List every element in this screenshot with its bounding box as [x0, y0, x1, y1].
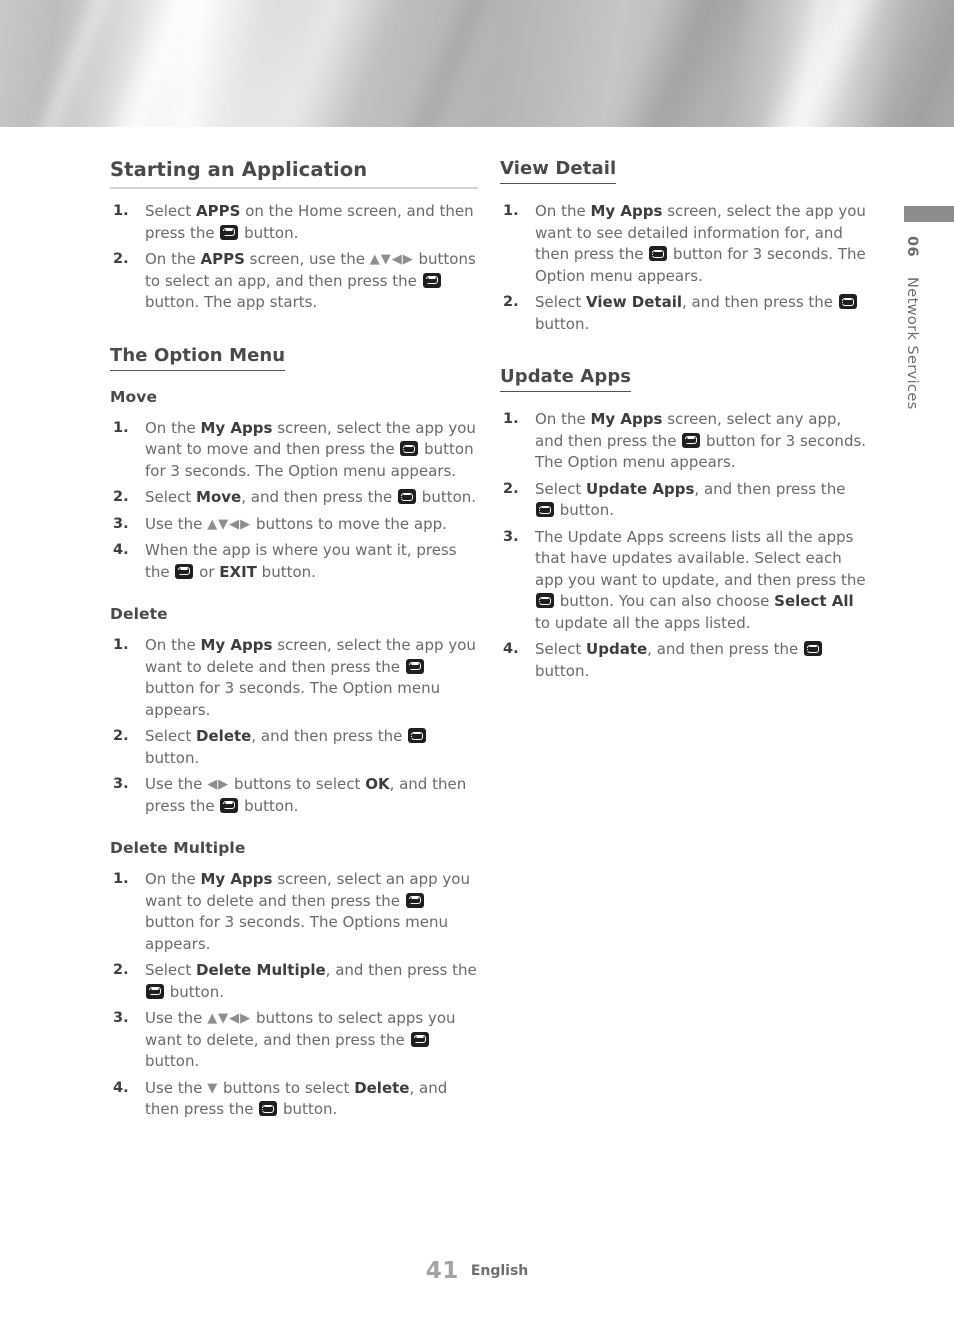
instruction-step: Use the ◀▶ buttons to select OK, and the…: [113, 774, 467, 815]
enter-button-icon: [682, 432, 701, 448]
subsection-title-move: Move: [110, 387, 158, 406]
enter-button-icon: [175, 563, 194, 579]
emphasis-term: Select All: [774, 592, 854, 610]
update-apps-steps: On the My Apps screen, select any app, a…: [500, 409, 868, 682]
enter-button-icon: [422, 272, 441, 288]
enter-button-icon: [405, 892, 424, 908]
right-column: View Detail On the My Apps screen, selec…: [500, 158, 868, 687]
direction-arrows-icon: ▼: [207, 1080, 219, 1096]
direction-arrows-icon: ◀▶: [207, 777, 230, 792]
instruction-step: On the My Apps screen, select the app yo…: [113, 635, 476, 719]
subsection-title-delete-multiple: Delete Multiple: [110, 839, 246, 857]
banner-streak: [590, 0, 780, 127]
emphasis-term: OK: [365, 775, 390, 793]
enter-button-icon: [408, 728, 427, 743]
emphasis-term: Update Apps: [586, 479, 695, 498]
section-title-the-option-menu: The Option Menu: [110, 345, 286, 371]
direction-arrows-icon: ▲▼◀▶: [207, 516, 252, 532]
header-banner-image: [0, 0, 954, 127]
chapter-side-tab: 06 Network Services: [904, 206, 954, 410]
instruction-step: When the app is where you want it, press…: [113, 540, 457, 581]
emphasis-term: Delete Multiple: [196, 961, 326, 979]
chapter-number: 06: [904, 236, 920, 257]
emphasis-term: Delete: [196, 727, 252, 745]
section-title-starting-an-application: Starting an Application: [110, 158, 478, 189]
chapter-tab-text: 06 Network Services: [904, 236, 954, 410]
delete-steps: On the My Apps screen, select the app yo…: [110, 635, 478, 817]
emphasis-term: EXIT: [219, 562, 257, 581]
instruction-step: Use the ▼ buttons to select Delete, and …: [113, 1078, 448, 1119]
emphasis-term: Move: [196, 488, 242, 506]
starting-an-application-steps: Select APPS on the Home screen, and then…: [110, 201, 478, 314]
left-column: Starting an Application Select APPS on t…: [110, 158, 478, 1126]
enter-button-icon: [259, 1101, 278, 1116]
enter-button-icon: [803, 641, 822, 656]
instruction-step: The Update Apps screens lists all the ap…: [503, 527, 866, 632]
view-detail-steps: On the My Apps screen, select the app yo…: [500, 201, 868, 335]
emphasis-term: My Apps: [200, 418, 273, 437]
move-steps: On the My Apps screen, select the app yo…: [110, 418, 478, 584]
instruction-step: Use the ▲▼◀▶ buttons to move the app.: [113, 514, 447, 535]
section-title-view-detail: View Detail: [500, 158, 617, 184]
instruction-step: On the My Apps screen, select the app yo…: [113, 418, 476, 480]
enter-button-icon: [410, 1031, 429, 1047]
enter-button-icon: [146, 983, 164, 999]
instruction-step: On the My Apps screen, select an app you…: [113, 869, 470, 953]
banner-streak: [379, 0, 521, 127]
enter-button-icon: [220, 797, 239, 813]
instruction-step: Select Delete Multiple, and then press t…: [113, 960, 477, 1001]
enter-button-icon: [405, 658, 424, 674]
emphasis-term: APPS: [200, 250, 245, 268]
delete-multiple-steps: On the My Apps screen, select an app you…: [110, 869, 478, 1121]
enter-button-icon: [649, 246, 668, 261]
page-footer: 41 English: [0, 1258, 954, 1284]
direction-arrows-icon: ▲▼◀▶: [207, 1011, 252, 1026]
instruction-step: Use the ▲▼◀▶ buttons to select apps you …: [113, 1008, 456, 1070]
direction-arrows-icon: ▲▼◀▶: [369, 252, 414, 267]
section-title-update-apps: Update Apps: [500, 366, 632, 392]
enter-button-icon: [220, 224, 239, 240]
banner-streak: [202, 0, 418, 127]
chapter-title: Network Services: [904, 276, 920, 410]
emphasis-term: My Apps: [200, 636, 273, 654]
chapter-tab-bar: [904, 206, 954, 222]
instruction-step: Select Move, and then press the button.: [113, 487, 477, 508]
page-number: 41: [425, 1258, 459, 1284]
emphasis-term: My Apps: [590, 202, 663, 220]
instruction-step: Select Delete, and then press the button…: [110, 726, 478, 769]
instruction-step: Select APPS on the Home screen, and then…: [113, 201, 474, 242]
instruction-step: On the My Apps screen, select any app, a…: [503, 409, 867, 471]
enter-button-icon: [400, 441, 419, 456]
emphasis-term: View Detail: [586, 293, 682, 311]
instruction-step: On the APPS screen, use the ▲▼◀▶ buttons…: [113, 249, 476, 311]
enter-button-icon: [838, 294, 857, 309]
emphasis-term: My Apps: [590, 410, 663, 428]
enter-button-icon: [398, 489, 417, 504]
enter-button-icon: [536, 502, 554, 517]
instruction-step: On the My Apps screen, select the app yo…: [503, 201, 866, 285]
subsection-title-delete: Delete: [110, 605, 168, 623]
emphasis-term: My Apps: [200, 870, 273, 888]
page-language: English: [470, 1263, 529, 1279]
instruction-step: Select Update Apps, and then press the b…: [503, 479, 846, 520]
instruction-step: Select View Detail, and then press the b…: [500, 292, 868, 335]
emphasis-term: Update: [586, 640, 648, 658]
instruction-step: Select Update, and then press the button…: [500, 639, 868, 682]
enter-button-icon: [536, 593, 554, 608]
emphasis-term: Delete: [354, 1078, 410, 1097]
emphasis-term: APPS: [196, 202, 241, 220]
